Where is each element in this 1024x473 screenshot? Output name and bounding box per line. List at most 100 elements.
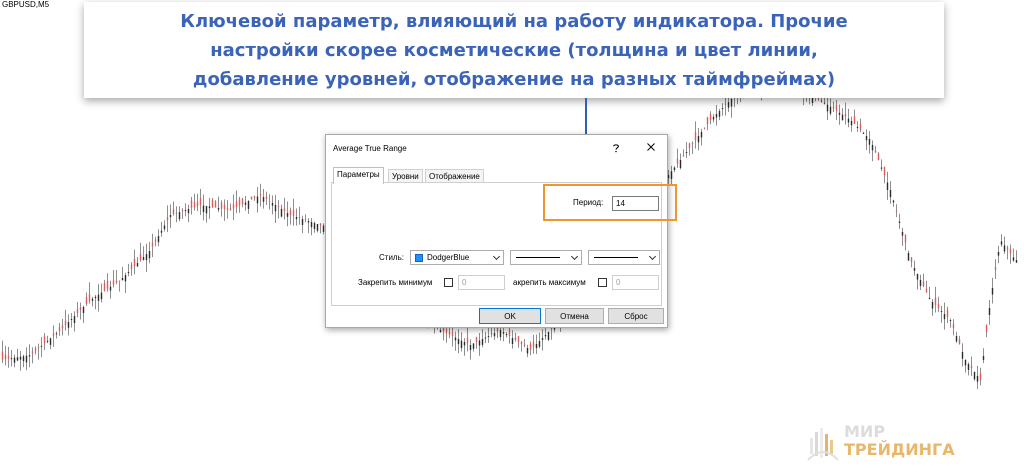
candle-body [103, 282, 106, 291]
candle-body [712, 117, 715, 120]
candle-body [322, 225, 325, 232]
candle-body [841, 114, 844, 121]
candle-body [73, 316, 76, 324]
line-style-sample [516, 257, 560, 258]
candle-body [160, 230, 163, 233]
candle-body [85, 297, 88, 304]
candle-body [169, 215, 172, 218]
candle-body [175, 212, 178, 214]
candle-body [463, 342, 466, 346]
candle-body [46, 340, 49, 342]
candle-body [1006, 247, 1009, 250]
candle-body [58, 327, 61, 331]
candle-body [244, 202, 247, 205]
candle-body [697, 136, 700, 143]
candle-body [829, 106, 832, 114]
candle-body [910, 257, 913, 262]
candle-body [451, 332, 454, 336]
tab-parameters[interactable]: Параметры [333, 167, 384, 184]
candle-body [919, 280, 922, 286]
fix-minimum-label: Закрепить минимум [358, 278, 433, 287]
close-icon[interactable] [645, 141, 657, 153]
candle-body [544, 335, 547, 337]
candle-body [838, 112, 841, 115]
candle-body [448, 331, 451, 335]
fix-minimum-checkbox[interactable] [444, 278, 453, 287]
candle-body [319, 223, 322, 225]
candle-body [214, 201, 217, 208]
candle-body [190, 200, 193, 208]
candle-body [949, 320, 952, 321]
candle-body [61, 325, 64, 328]
candle-body [313, 223, 316, 230]
candle-body [982, 356, 985, 360]
candle-body [217, 208, 220, 210]
candle-body [43, 336, 46, 344]
candle-body [694, 132, 697, 140]
candle-body [700, 132, 703, 138]
candle-body [10, 358, 13, 360]
candle-body [505, 334, 508, 336]
candle-body [499, 330, 502, 338]
candle-body [904, 234, 907, 243]
candle-body [301, 219, 304, 225]
dialog-titlebar[interactable]: Average True Range [326, 135, 667, 161]
candle-body [862, 133, 865, 134]
candle-body [208, 206, 211, 209]
candle-body [292, 209, 295, 216]
reset-button[interactable]: Сброс [608, 308, 664, 324]
candle-body [79, 307, 82, 310]
candle-body [100, 292, 103, 300]
candle-body [256, 196, 259, 204]
candle-body [199, 198, 202, 205]
indicator-settings-dialog: Average True Range Параметры Уровни Отоб… [325, 134, 668, 328]
tab-levels[interactable]: Уровни [388, 169, 423, 183]
candle-body [178, 212, 181, 220]
color-select-value: DodgerBlue [427, 253, 470, 262]
candle-body [970, 365, 973, 368]
candle-body [955, 336, 958, 342]
candle-body [295, 217, 298, 220]
candle-body [934, 297, 937, 305]
candle-body [709, 113, 712, 120]
candle-body [472, 343, 475, 349]
candle-body [670, 171, 673, 180]
candle-body [202, 205, 205, 213]
fix-maximum-checkbox[interactable] [598, 278, 607, 287]
candle-body [952, 323, 955, 328]
fix-maximum-input[interactable]: 0 [612, 275, 659, 290]
ok-button[interactable]: OK [479, 308, 541, 324]
line-width-select[interactable] [588, 250, 660, 265]
brand-logo-icon [807, 428, 839, 461]
color-select[interactable]: DodgerBlue [410, 250, 504, 265]
brand-watermark: МИР ТРЕЙДИНГА [806, 418, 966, 466]
fix-minimum-input[interactable]: 0 [458, 275, 505, 290]
candle-body [988, 308, 991, 315]
candle-body [250, 196, 253, 200]
line-style-select[interactable] [510, 250, 582, 265]
candle-body [850, 121, 853, 126]
brand-line-1: МИР [844, 422, 886, 441]
candle-body [484, 337, 487, 339]
candle-body [136, 263, 139, 267]
candle-body [121, 278, 124, 281]
candle-body [997, 252, 1000, 256]
candle-body [16, 357, 19, 361]
candle-body [847, 118, 850, 123]
candle-body [688, 143, 691, 148]
cancel-button[interactable]: Отмена [545, 308, 604, 324]
candle-body [883, 167, 886, 175]
candle-body [130, 264, 133, 269]
tab-display[interactable]: Отображение [425, 169, 484, 183]
candle-body [157, 236, 160, 243]
question-mark-icon[interactable] [610, 142, 622, 154]
candle-body [913, 268, 916, 271]
candle-body [730, 99, 733, 107]
candle-body [916, 274, 919, 280]
candle-body [529, 343, 532, 350]
candle-body [907, 253, 910, 261]
candle-body [454, 337, 457, 341]
candle-body [262, 197, 265, 202]
candle-body [856, 127, 859, 128]
candle-body [895, 210, 898, 212]
